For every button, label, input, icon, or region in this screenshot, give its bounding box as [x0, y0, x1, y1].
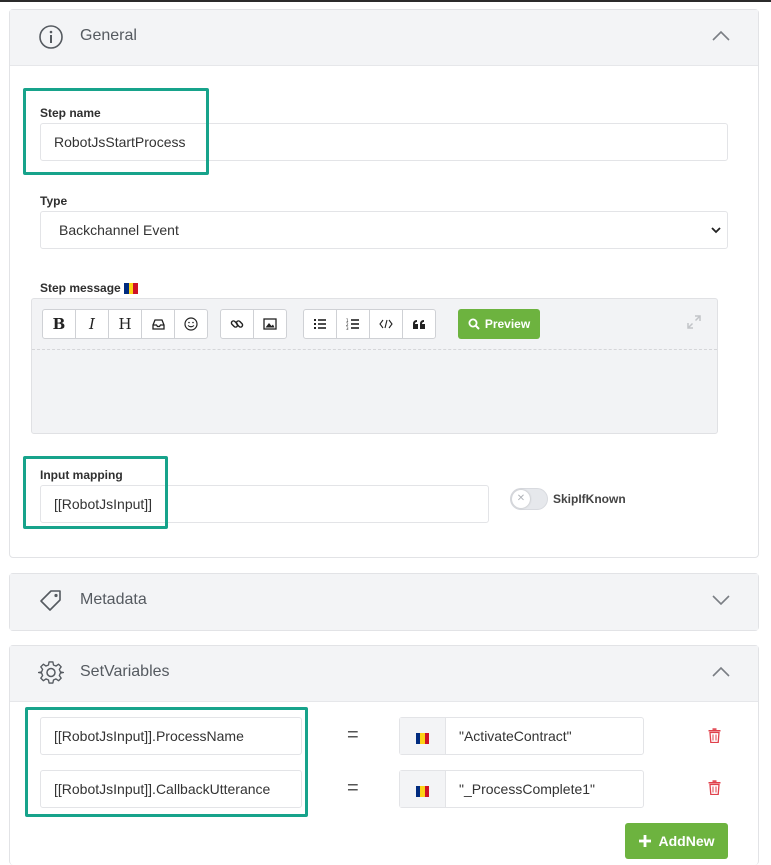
highlight-input-mapping: [23, 456, 168, 529]
type-select-value: Backchannel Event: [59, 222, 179, 238]
chevron-up-icon[interactable]: [712, 666, 730, 678]
variable-value-input[interactable]: "ActivateContract": [399, 717, 644, 755]
bullet-list-icon: [314, 319, 326, 329]
gear-icon: [38, 661, 64, 684]
code-button[interactable]: [369, 309, 403, 339]
set-variables-panel-header[interactable]: SetVariables: [10, 646, 758, 702]
romania-flag-icon: [124, 283, 139, 295]
bullet-list-button[interactable]: [303, 309, 337, 339]
highlight-set-variables: [25, 707, 308, 817]
image-icon: [263, 318, 277, 330]
step-message-editor[interactable]: B I H 123 Preview: [31, 298, 718, 434]
numbered-list-icon: 123: [346, 318, 359, 330]
editor-divider: [32, 349, 717, 350]
top-border: [0, 0, 771, 2]
code-icon: [379, 319, 393, 329]
general-panel-header[interactable]: General: [10, 10, 758, 66]
type-select[interactable]: Backchannel Event: [40, 211, 728, 249]
chevron-down-icon: [711, 227, 721, 234]
quote-button[interactable]: [402, 309, 436, 339]
italic-button[interactable]: I: [75, 309, 109, 339]
variable-value: "ActivateContract": [459, 728, 572, 744]
search-icon: [468, 318, 480, 330]
link-icon: [230, 320, 244, 328]
trash-icon[interactable]: [708, 780, 721, 795]
metadata-panel-header[interactable]: Metadata: [10, 574, 758, 630]
set-variables-panel-title: SetVariables: [80, 663, 170, 680]
plus-icon: [638, 835, 651, 847]
language-selector[interactable]: [400, 771, 446, 807]
language-selector[interactable]: [400, 718, 446, 754]
chevron-up-icon[interactable]: [712, 30, 730, 42]
highlight-step-name: [23, 88, 209, 175]
inbox-button[interactable]: [141, 309, 175, 339]
numbered-list-button[interactable]: 123: [336, 309, 370, 339]
add-new-button-label: AddNew: [658, 833, 715, 849]
type-label: Type: [40, 194, 68, 208]
svg-text:3: 3: [346, 326, 349, 330]
info-icon: [39, 25, 63, 49]
romania-flag-icon: [415, 784, 430, 797]
metadata-panel-title: Metadata: [80, 591, 147, 608]
general-panel-title: General: [80, 27, 137, 44]
trash-icon[interactable]: [708, 728, 721, 743]
heading-button[interactable]: H: [108, 309, 142, 339]
romania-flag-icon: [415, 731, 430, 744]
smiley-icon: [184, 317, 198, 331]
variable-value-input[interactable]: "_ProcessComplete1": [399, 770, 644, 808]
preview-button[interactable]: Preview: [458, 309, 540, 339]
bold-button[interactable]: B: [42, 309, 76, 339]
expand-icon[interactable]: [687, 315, 701, 329]
chevron-down-icon[interactable]: [712, 594, 730, 606]
toggle-off-icon: ✕: [512, 490, 530, 508]
tag-icon: [40, 590, 61, 611]
quote-icon: [413, 319, 425, 329]
inbox-icon: [151, 318, 165, 330]
variable-value: "_ProcessComplete1": [459, 781, 596, 797]
link-button[interactable]: [220, 309, 254, 339]
metadata-panel[interactable]: Metadata: [9, 573, 759, 631]
skip-if-known-label: SkipIfKnown: [553, 492, 626, 506]
image-button[interactable]: [253, 309, 287, 339]
equals-sign: =: [347, 724, 359, 746]
emoji-button[interactable]: [174, 309, 208, 339]
step-message-label: Step message: [40, 281, 139, 295]
add-new-button[interactable]: AddNew: [625, 823, 728, 859]
skip-if-known-toggle[interactable]: ✕: [510, 488, 548, 510]
equals-sign: =: [347, 777, 359, 799]
preview-button-label: Preview: [484, 317, 531, 331]
